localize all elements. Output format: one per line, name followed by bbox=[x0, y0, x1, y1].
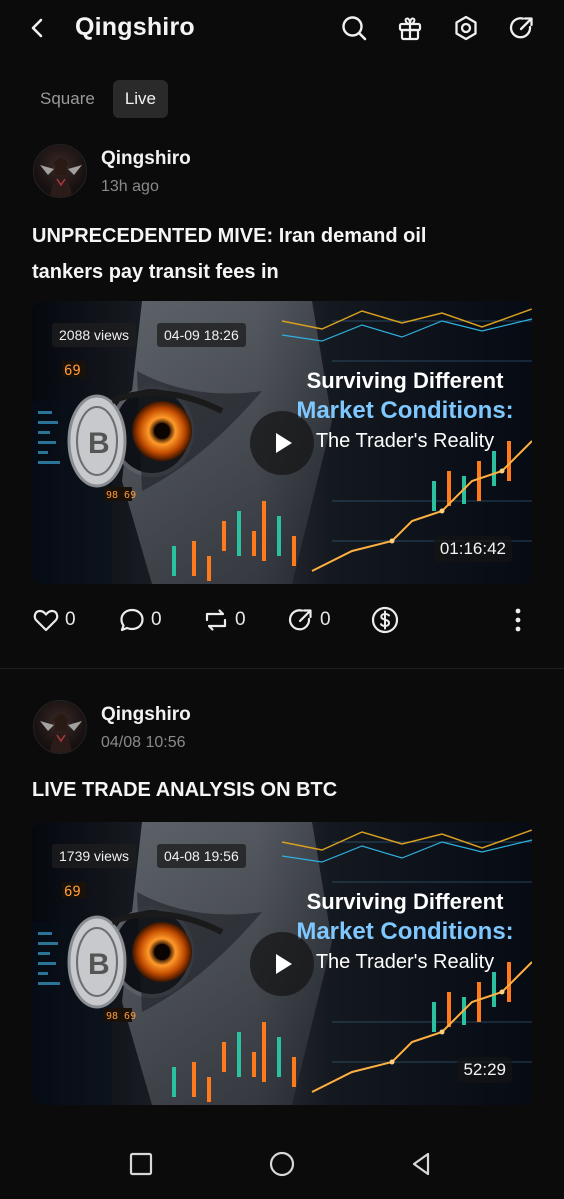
more-options-button[interactable] bbox=[512, 602, 524, 638]
thumbnail-line: The Trader's Reality bbox=[315, 430, 495, 452]
heart-icon bbox=[33, 609, 59, 632]
share-icon bbox=[288, 609, 312, 631]
view-count-badge: 2088 views bbox=[52, 323, 137, 347]
post-actions: 0 0 0 0 bbox=[32, 602, 542, 638]
more-vertical-icon bbox=[515, 608, 521, 632]
share-icon bbox=[509, 17, 533, 39]
repost-count: 0 bbox=[235, 609, 246, 630]
top-bar: Qingshiro bbox=[0, 0, 564, 58]
settings-button[interactable] bbox=[450, 12, 482, 44]
video-player[interactable]: B 69 98 69 1739 views 04-08 19:56 Surviv… bbox=[32, 822, 532, 1105]
recent-apps-button[interactable] bbox=[123, 1146, 159, 1182]
author-name[interactable]: Qingshiro bbox=[101, 704, 191, 726]
repost-icon bbox=[205, 609, 227, 631]
svg-text:B: B bbox=[88, 427, 110, 460]
system-nav-bar bbox=[0, 1122, 564, 1199]
comment-button[interactable]: 0 bbox=[118, 602, 162, 638]
thumbnail-caption: Surviving Different Market Conditions: T… bbox=[280, 367, 530, 455]
square-icon bbox=[129, 1152, 153, 1176]
author-name[interactable]: Qingshiro bbox=[101, 148, 191, 170]
post-divider bbox=[0, 668, 564, 669]
thumbnail-line: Surviving Different bbox=[306, 889, 504, 914]
system-back-button[interactable] bbox=[403, 1146, 439, 1182]
share-count: 0 bbox=[320, 609, 331, 630]
tab-bar: Square Live bbox=[28, 80, 169, 118]
video-date-badge: 04-08 19:56 bbox=[157, 844, 246, 868]
app-root: Qingshiro Square Live Qingshiro 13h ago … bbox=[0, 0, 564, 1199]
chevron-left-icon bbox=[31, 18, 43, 38]
thumbnail-line: Market Conditions: bbox=[296, 397, 514, 424]
video-duration: 01:16:42 bbox=[433, 536, 512, 562]
thumbnail-line: Surviving Different bbox=[306, 368, 504, 393]
play-icon bbox=[276, 954, 292, 974]
video-player[interactable]: B 69 98 69 2088 views 04-09 18:26 Surviv… bbox=[32, 301, 532, 584]
play-button[interactable] bbox=[250, 411, 314, 475]
share-post-button[interactable]: 0 bbox=[287, 602, 331, 638]
avatar[interactable] bbox=[33, 700, 87, 754]
dollar-coin-icon bbox=[371, 606, 399, 634]
gift-icon bbox=[398, 17, 422, 41]
thumbnail-line: The Trader's Reality bbox=[315, 951, 495, 973]
post-title-line: tankers pay transit fees in bbox=[32, 261, 279, 283]
post-time: 13h ago bbox=[101, 178, 159, 195]
settings-hexagon-icon bbox=[455, 15, 477, 41]
avatar-image bbox=[40, 714, 82, 753]
comment-count: 0 bbox=[151, 609, 162, 630]
comment-icon bbox=[120, 608, 144, 632]
post-time: 04/08 10:56 bbox=[101, 734, 186, 751]
post-title-line: UNPRECEDENTED MIVE: Iran demand oil bbox=[32, 225, 427, 247]
post-title[interactable]: LIVE TRADE ANALYSIS ON BTC bbox=[32, 772, 532, 808]
play-icon bbox=[276, 433, 292, 453]
ticker-a: 69 bbox=[64, 363, 81, 379]
svg-text:B: B bbox=[88, 948, 110, 981]
video-date-badge: 04-09 18:26 bbox=[157, 323, 246, 347]
circle-icon bbox=[269, 1151, 295, 1177]
search-icon bbox=[342, 16, 367, 41]
ticker-b: 98 69 bbox=[106, 1011, 136, 1022]
like-count: 0 bbox=[65, 609, 76, 630]
like-button[interactable]: 0 bbox=[32, 602, 76, 638]
back-button[interactable] bbox=[22, 12, 54, 44]
tab-live[interactable]: Live bbox=[112, 80, 169, 118]
tip-button[interactable] bbox=[370, 602, 400, 638]
home-button[interactable] bbox=[264, 1146, 300, 1182]
gift-button[interactable] bbox=[394, 12, 426, 44]
thumbnail-line: Market Conditions: bbox=[296, 918, 514, 945]
repost-button[interactable]: 0 bbox=[202, 602, 246, 638]
view-count-badge: 1739 views bbox=[52, 844, 137, 868]
search-button[interactable] bbox=[338, 12, 370, 44]
share-button[interactable] bbox=[506, 12, 538, 44]
triangle-back-icon bbox=[412, 1152, 430, 1176]
thumbnail-caption: Surviving Different Market Conditions: T… bbox=[280, 888, 530, 976]
ticker-b: 98 69 bbox=[106, 490, 136, 501]
post-title[interactable]: UNPRECEDENTED MIVE: Iran demand oil tank… bbox=[32, 218, 532, 290]
ticker-a: 69 bbox=[64, 884, 81, 900]
page-title: Qingshiro bbox=[75, 13, 195, 41]
avatar-image bbox=[40, 158, 82, 197]
play-button[interactable] bbox=[250, 932, 314, 996]
tab-square[interactable]: Square bbox=[28, 80, 107, 118]
avatar[interactable] bbox=[33, 144, 87, 198]
video-duration: 52:29 bbox=[457, 1057, 512, 1083]
